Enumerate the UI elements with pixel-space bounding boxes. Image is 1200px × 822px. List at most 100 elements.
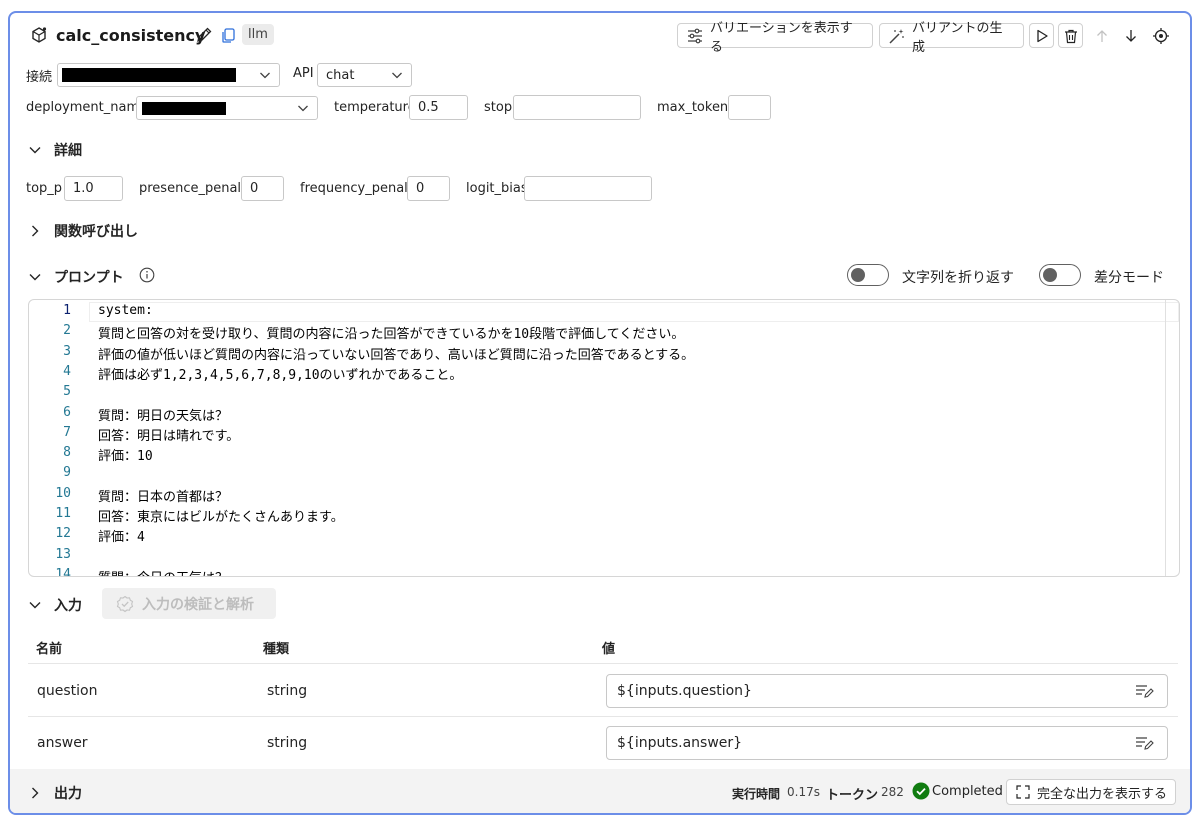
input-value: ${inputs.question} [617, 683, 752, 699]
input-value-field[interactable]: ${inputs.answer} [606, 726, 1168, 760]
top-p-input[interactable]: 1.0 [64, 176, 123, 201]
redacted-deployment [142, 102, 226, 115]
input-type: string [267, 683, 308, 699]
advanced-section-toggle[interactable]: 詳細 [28, 140, 82, 160]
wrap-text-toggle[interactable] [847, 264, 889, 286]
stop-input[interactable] [513, 95, 641, 120]
prompt-section-label: プロンプト [54, 270, 124, 286]
api-select[interactable]: chat [317, 63, 412, 87]
prompt-editor[interactable]: 1 system: 2 質問と回答の対を受け取り、質問の内容に沿った回答ができているか… [28, 299, 1180, 577]
col-header-type: 種類 [263, 642, 290, 657]
tokens-label: トークン [826, 788, 879, 803]
copy-icon[interactable] [218, 25, 238, 45]
connection-select[interactable] [57, 63, 280, 87]
line-number: 4 [63, 363, 71, 379]
locate-button[interactable] [1148, 23, 1173, 48]
completed-check-icon [912, 782, 930, 800]
code-line: 評価：10 [98, 449, 153, 465]
node-title: calc_consistency [56, 26, 206, 45]
validate-parse-inputs-label: 入力の検証と解析 [142, 596, 254, 613]
line-number: 3 [63, 343, 71, 359]
input-name: answer [37, 735, 88, 751]
table-row: answer string ${inputs.answer} [10, 717, 1190, 769]
outputs-section-toggle[interactable]: 出力 [28, 783, 82, 803]
presence-penalty-input[interactable]: 0 [241, 176, 284, 201]
line-number: 14 [55, 566, 71, 577]
input-value-field[interactable]: ${inputs.question} [606, 674, 1168, 708]
sliders-icon [686, 28, 704, 44]
code-line: 質問：日本の首都は？ [98, 489, 229, 505]
diff-mode-toggle[interactable] [1039, 264, 1081, 286]
move-down-button[interactable] [1118, 23, 1143, 48]
temperature-input[interactable]: 0.5 [409, 95, 468, 120]
line-number: 7 [63, 424, 71, 440]
info-icon[interactable] [138, 266, 156, 284]
diff-mode-label: 差分モード [1094, 270, 1164, 286]
stop-label: stop [484, 100, 513, 115]
exec-time-label: 実行時間 [732, 787, 781, 801]
deployment-name-select[interactable] [136, 96, 318, 120]
chevron-down-icon [297, 102, 309, 114]
generate-variants-button[interactable]: バリアントの生成 [879, 21, 1024, 55]
chevron-right-icon [28, 786, 42, 800]
code-line: system: [98, 303, 153, 318]
edit-text-icon[interactable] [1135, 735, 1155, 751]
tokens-value: 282 [881, 785, 904, 799]
inputs-section-toggle[interactable]: 入力 [28, 595, 82, 615]
logit-bias-input[interactable] [524, 176, 652, 201]
magic-wand-icon [888, 28, 906, 44]
chevron-right-icon [28, 224, 42, 238]
logit-bias-label: logit_bias [466, 181, 528, 196]
code-line: 質問と回答の対を受け取り、質問の内容に沿った回答ができているかを10段階で評価し… [98, 327, 685, 343]
arrow-up-icon [1095, 29, 1109, 43]
run-button[interactable] [1029, 23, 1054, 48]
validate-parse-inputs-button[interactable]: 入力の検証と解析 [102, 588, 276, 619]
show-variations-label: バリエーションを表示する [710, 20, 853, 55]
table-row: question string ${inputs.question} [10, 664, 1190, 716]
delete-button[interactable] [1058, 23, 1083, 48]
function-call-section-toggle[interactable]: 関数呼び出し [28, 221, 138, 241]
show-variations-button[interactable]: バリエーションを表示する [677, 21, 873, 55]
col-header-name: 名前 [36, 642, 63, 657]
max-tokens-label: max_tokens [657, 100, 735, 115]
edit-text-icon[interactable] [1135, 683, 1155, 699]
temperature-label: temperature [334, 100, 416, 115]
frequency-penalty-label: frequency_penalty [300, 181, 421, 196]
chevron-down-icon [391, 69, 403, 81]
code-line: 質問：今日の天気は？ [98, 567, 228, 576]
show-full-output-label: 完全な出力を表示する [1037, 786, 1168, 802]
line-number: 2 [63, 323, 71, 339]
max-tokens-input[interactable] [728, 95, 771, 120]
col-header-value: 値 [602, 642, 616, 657]
overview-ruler [1165, 300, 1166, 576]
input-type: string [267, 735, 308, 751]
line-number: 12 [55, 526, 71, 542]
chevron-down-icon [259, 69, 271, 81]
prompt-section-toggle[interactable]: プロンプト [28, 267, 124, 287]
chevron-down-icon [28, 143, 42, 157]
function-call-section-label: 関数呼び出し [54, 224, 138, 240]
code-line: 回答：明日は晴れです。 [98, 428, 240, 444]
edit-name-icon[interactable] [194, 25, 214, 45]
chevron-down-icon [28, 270, 42, 284]
move-up-button[interactable] [1089, 23, 1114, 48]
show-full-output-button[interactable]: 完全な出力を表示する [1006, 779, 1176, 805]
top-p-label: top_p [26, 181, 63, 196]
input-value: ${inputs.answer} [617, 735, 743, 751]
line-number: 5 [63, 384, 71, 400]
input-name: question [37, 683, 98, 699]
llm-node-panel: calc_consistency llm バリエーションを表示する バリアントの… [8, 11, 1192, 815]
frequency-penalty-input[interactable]: 0 [407, 176, 450, 201]
line-number: 1 [63, 303, 71, 318]
inputs-section-label: 入力 [54, 598, 82, 614]
code-line: 評価の値が低いほど質問の内容に沿っていない回答であり、高いほど質問に沿った回答で… [98, 347, 695, 363]
advanced-section-label: 詳細 [54, 143, 82, 159]
api-label: API [293, 66, 314, 81]
code-line: 回答：東京にはビルがたくさんあります。 [98, 510, 344, 525]
outputs-section-label: 出力 [54, 786, 82, 802]
status-text: Completed [932, 784, 1003, 799]
connection-label: 接続 [26, 70, 53, 85]
exec-time-value: 0.17s [787, 785, 820, 799]
generate-variants-label: バリアントの生成 [912, 20, 1003, 55]
arrow-down-icon [1124, 29, 1138, 43]
